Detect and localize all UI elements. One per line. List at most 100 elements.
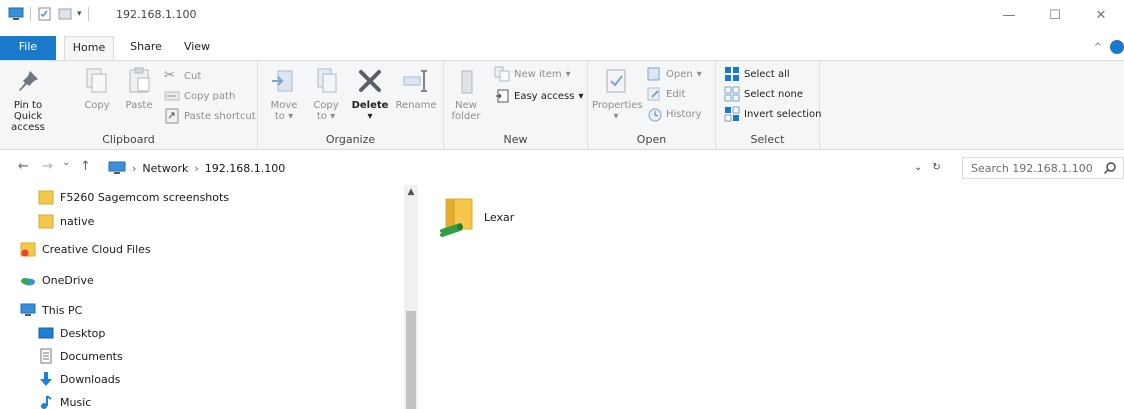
nav-item-label: Music [60,395,92,409]
recent-locations-button[interactable]: ⌄ [62,157,70,168]
easy-access-button[interactable]: Easy access ▾ [494,87,583,105]
clipboard-group: Pin to Quick access Copy Paste ✂ Cut Cop… [0,61,258,149]
nav-item-label: OneDrive [42,273,94,287]
desktop-icon [38,327,54,339]
scrollbar-thumb[interactable] [406,311,416,409]
nav-item-label: Creative Cloud Files [42,242,151,256]
copy-path-button[interactable]: Copy path [164,87,235,105]
tab-file[interactable]: File [0,36,56,60]
copy-label: Copy [84,100,110,111]
onedrive-icon [21,278,35,286]
properties-button[interactable]: Properties ▾ [592,65,643,122]
properties-icon[interactable] [37,7,53,21]
nav-item-onedrive[interactable]: OneDrive [20,270,94,290]
tab-home[interactable]: Home [64,36,114,61]
properties-label: Properties [592,100,643,111]
nav-item-label: Desktop [60,326,106,340]
search-placeholder: Search 192.168.1.100 [971,161,1093,175]
nav-item-desktop[interactable]: Desktop [38,323,105,343]
history-button[interactable]: History [646,105,702,123]
delete-button[interactable]: Delete ▾ [350,65,390,122]
tab-share[interactable]: Share [124,36,168,60]
copy-to-button[interactable]: Copy to ▾ [308,65,344,122]
ribbon-tabs: File Home Share View ^ [0,36,1124,61]
pin-label: Pin to Quick access [11,100,45,133]
file-item-lexar[interactable]: Lexar [438,189,528,245]
invert-selection-label: Invert selection [744,108,822,120]
invert-selection-button[interactable]: Invert selection [724,105,822,123]
computer-icon [8,7,24,20]
move-to-button[interactable]: Move to ▾ [266,65,302,122]
customize-qat-dropdown-icon[interactable]: ▾ [77,9,82,19]
select-none-label: Select none [744,88,803,100]
ribbon-collapse-icon[interactable]: ^ [1094,42,1102,53]
nav-item-documents[interactable]: Documents [38,346,123,366]
forward-button[interactable]: → [42,159,53,174]
move-to-dropdown-icon: ▾ [288,111,294,122]
new-folder-button[interactable]: New folder [448,65,484,122]
tab-view[interactable]: View [176,36,218,60]
new-folder-icon[interactable] [57,7,73,21]
open-button[interactable]: Open ▾ [646,65,702,83]
cut-button[interactable]: ✂ Cut [164,67,201,85]
search-input[interactable]: Search 192.168.1.100 [962,157,1124,179]
nav-item-music[interactable]: Music [38,392,91,409]
properties-icon [606,69,626,93]
up-button[interactable]: ↑ [80,159,91,174]
nav-item-f5260-sagemcom-screenshots[interactable]: F5260 Sagemcom screenshots [38,187,229,207]
help-icon[interactable] [1110,40,1124,54]
copy-button[interactable]: Copy [80,65,114,111]
downloads-icon [40,372,52,386]
maximize-button[interactable]: ☐ [1032,0,1078,30]
select-all-icon [725,67,739,81]
organize-group: Move to ▾ Copy to ▾ Delete ▾ Rename Orga… [258,61,444,149]
network-share-folder-icon [440,198,473,237]
organize-group-label: Organize [325,133,376,146]
address-bar[interactable]: › Network › 192.168.1.100 [108,157,952,179]
refresh-icon[interactable]: ↻ [932,162,940,173]
select-all-button[interactable]: Select all [724,65,790,83]
address-dropdown-icon[interactable]: ⌄ [914,162,922,173]
close-button[interactable]: ✕ [1078,0,1124,30]
rename-button[interactable]: Rename [394,65,438,111]
scroll-up-icon[interactable]: ▲ [404,187,418,197]
nav-item-creative-cloud-files[interactable]: Creative Cloud Files [20,239,151,259]
nav-item-label: native [60,214,95,228]
delete-label: Delete [351,100,389,111]
copy-path-label: Copy path [184,90,236,102]
select-none-button[interactable]: Select none [724,85,803,103]
search-icon[interactable] [1103,161,1117,175]
nav-item-this-pc[interactable]: This PC [20,300,82,320]
new-group-label: New [503,133,528,146]
breadcrumb-host[interactable]: 192.168.1.100 [205,162,285,175]
qat-separator [30,7,31,21]
file-list: Lexar [418,185,1124,409]
nav-item-native[interactable]: native [38,211,94,231]
window-controls: — ☐ ✕ [986,0,1124,30]
invert-selection-icon [724,106,740,122]
history-icon [648,108,662,122]
folder-icon [38,214,54,229]
navigation-pane-scrollbar[interactable]: ▲ [404,185,418,409]
nav-item-downloads[interactable]: Downloads [38,369,120,389]
breadcrumb-network[interactable]: Network [142,162,188,175]
navigation-pane: F5260 Sagemcom screenshots native Creati… [0,185,418,409]
copy-to-icon [317,68,337,93]
edit-button[interactable]: Edit [646,85,685,103]
easy-access-label: Easy access [514,90,575,102]
nav-item-label: Downloads [60,372,121,386]
creative-cloud-icon [20,242,36,257]
paste-label: Paste [125,100,153,111]
new-group: New folder New item ▾ Easy access ▾ New [444,61,588,149]
select-group-label: Select [750,133,785,146]
paste-shortcut-button[interactable]: Paste shortcut [164,107,256,125]
minimize-button[interactable]: — [986,0,1032,30]
delete-dropdown-icon: ▾ [367,111,373,122]
pin-to-quick-access-button[interactable]: Pin to Quick access [2,65,54,133]
breadcrumb-separator: › [132,161,137,175]
rename-label: Rename [395,100,437,111]
back-button[interactable]: ← [18,159,29,174]
new-item-button[interactable]: New item ▾ [494,65,571,83]
scissors-icon: ✂ [164,68,175,83]
paste-button[interactable]: Paste [120,65,158,111]
